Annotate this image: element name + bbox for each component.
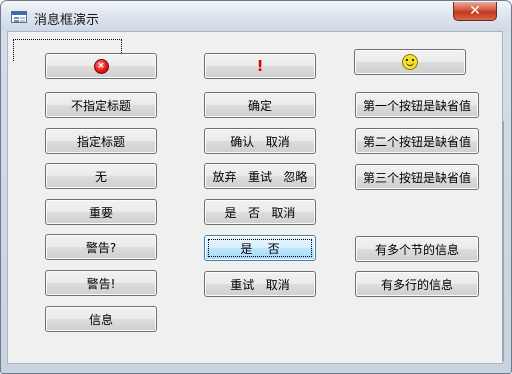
close-button[interactable]: ✕: [453, 2, 497, 21]
smiley-icon: [402, 54, 418, 70]
retry-cancel-button[interactable]: 重试 取消: [204, 271, 316, 297]
ok-button[interactable]: 确定: [204, 92, 316, 118]
second-default-button[interactable]: 第二个按钮是缺省值: [355, 128, 479, 154]
important-button[interactable]: 重要: [45, 199, 157, 225]
right-edge: [502, 121, 504, 361]
critical-icon-button[interactable]: ×: [45, 53, 157, 79]
first-default-button[interactable]: 第一个按钮是缺省值: [355, 92, 479, 118]
yes-no-cancel-button[interactable]: 是 否 取消: [204, 199, 316, 225]
none-button[interactable]: 无: [45, 163, 157, 189]
exclamation-icon-button[interactable]: !: [204, 53, 316, 79]
error-icon: ×: [93, 58, 109, 74]
yes-no-button[interactable]: 是 否: [204, 235, 316, 261]
third-default-button[interactable]: 第三个按钮是缺省值: [355, 164, 479, 190]
multi-section-button[interactable]: 有多个节的信息: [355, 236, 479, 262]
multi-line-button[interactable]: 有多行的信息: [355, 271, 479, 297]
with-title-button[interactable]: 指定标题: [45, 128, 157, 154]
warning-question-button[interactable]: 警告?: [45, 234, 157, 260]
window-title: 消息框演示: [34, 13, 100, 28]
abort-retry-ignore-button[interactable]: 放弃 重试 忽略: [204, 163, 316, 189]
warning-exclaim-button[interactable]: 警告!: [45, 270, 157, 296]
exclamation-icon: !: [256, 57, 264, 75]
form-icon: [11, 11, 27, 23]
smile-icon-button[interactable]: [354, 49, 466, 75]
title-bar[interactable]: 消息框演示 ✕: [1, 1, 511, 31]
ok-cancel-button[interactable]: 确认 取消: [204, 128, 316, 154]
no-title-button[interactable]: 不指定标题: [45, 92, 157, 118]
info-button[interactable]: 信息: [45, 306, 157, 332]
